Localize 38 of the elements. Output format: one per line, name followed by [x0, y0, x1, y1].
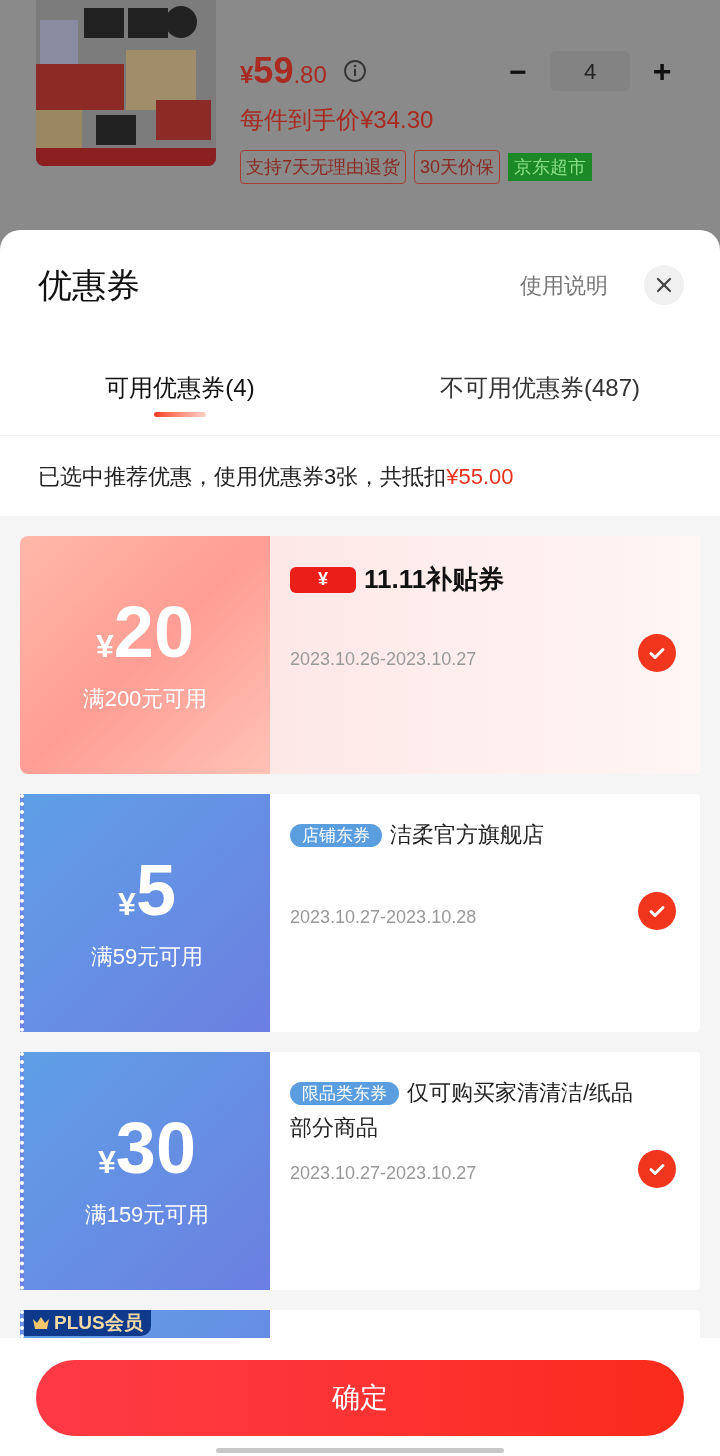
checkbox[interactable] — [638, 892, 676, 930]
ticket-logo: ¥ — [290, 566, 356, 593]
coupon-amount: 5 — [135, 853, 176, 926]
decrease-button[interactable]: − — [500, 48, 536, 94]
currency-sign: ¥ — [96, 627, 114, 666]
checkbox[interactable] — [638, 1150, 676, 1188]
info-icon[interactable] — [342, 59, 367, 83]
currency-sign: ¥ — [118, 885, 136, 924]
tab[interactable]: 可用优惠券(4) — [0, 340, 360, 435]
price: ¥59.80 — [240, 49, 327, 93]
coupon-title: 店铺东券 洁柔官方旗舰店 — [290, 818, 650, 854]
coupon-amount: 30 — [115, 1111, 196, 1184]
service-tag: 支持7天无理由退货 — [240, 150, 406, 184]
coupon-condition: 满159元可用 — [84, 1200, 210, 1229]
close-icon — [655, 276, 673, 294]
service-tag: 30天价保 — [414, 150, 501, 184]
increase-button[interactable]: + — [644, 47, 680, 95]
unit-price: 每件到手价¥34.30 — [240, 105, 435, 135]
currency-sign: ¥ — [98, 1143, 116, 1182]
store-tag: 京东超市 — [508, 153, 593, 181]
close-button[interactable] — [644, 265, 684, 305]
checkbox[interactable] — [638, 634, 676, 672]
coupon-title: 限品类东券 仅可购买家清清洁/纸品部分商品 — [290, 1079, 635, 1143]
member-badge: PLUS会员 — [24, 1310, 151, 1336]
coupon-condition: 满59元可用 — [90, 942, 204, 971]
coupon-date: 2023.10.26-2023.10.27 — [290, 648, 477, 671]
notice-text: 已选中推荐优惠，使用优惠券3张，共抵扣¥55.00 — [37, 462, 515, 491]
coupon-date: 2023.10.27-2023.10.28 — [290, 906, 477, 929]
crown-icon — [32, 1316, 50, 1330]
confirm-button[interactable]: 确定 — [36, 1360, 684, 1436]
coupon-title: 11.11补贴券 — [364, 563, 505, 596]
quantity-field[interactable]: 4 — [550, 51, 630, 91]
coupon-date: 2023.10.27-2023.10.27 — [290, 1162, 477, 1185]
coupon-amount: 20 — [113, 595, 194, 668]
help-link[interactable]: 使用说明 — [520, 268, 608, 302]
coupon-condition: 满200元可用 — [82, 684, 208, 713]
tab[interactable]: 不可用优惠券(487) — [360, 340, 720, 435]
sheet-title: 优惠券 — [38, 264, 140, 306]
